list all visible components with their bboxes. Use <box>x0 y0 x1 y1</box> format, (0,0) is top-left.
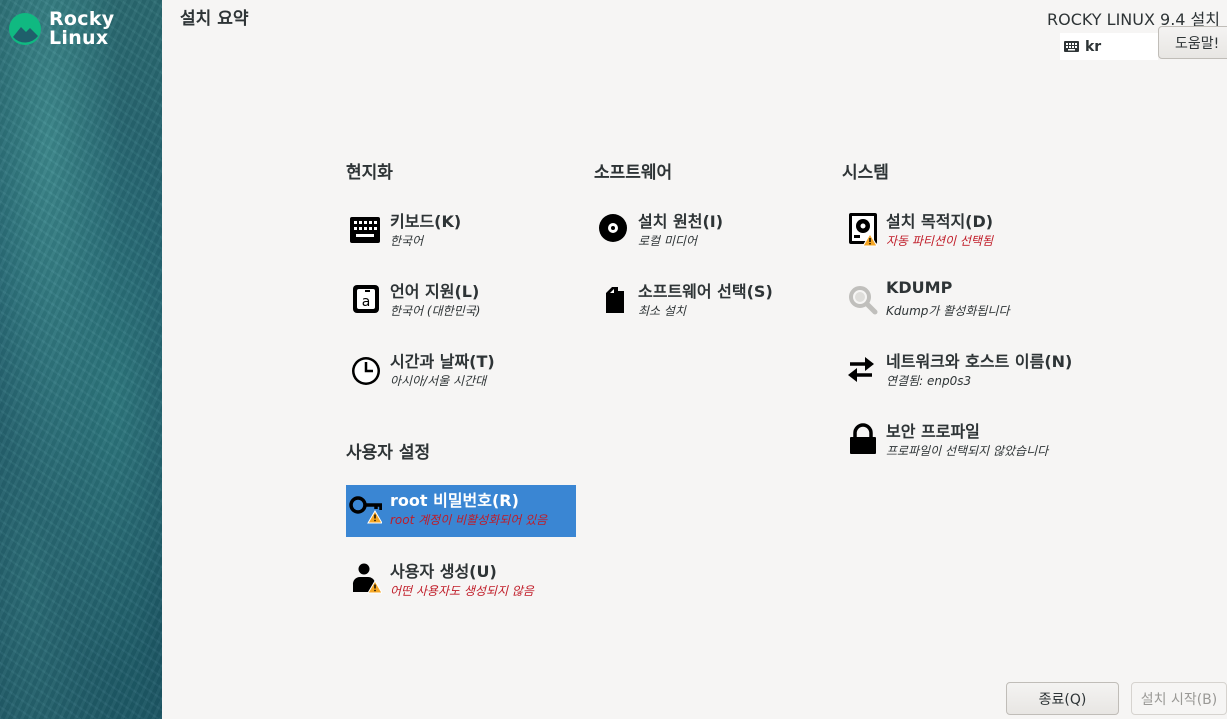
keyboard-layout-code: kr <box>1085 38 1102 55</box>
spoke-root-title: root 비밀번호(R) <box>390 491 519 510</box>
disk-warning-icon <box>849 213 878 247</box>
logo-text: Rocky Linux <box>49 10 114 48</box>
spoke-time-status: 아시아/서울 시간대 <box>390 374 487 388</box>
quit-button[interactable]: 종료(Q) <box>1006 682 1119 715</box>
spoke-security-title: 보안 프로파일 <box>886 422 980 441</box>
spoke-install-source[interactable]: 설치 원천(I) 로컬 미디어 <box>594 206 824 258</box>
spoke-keyboard-status: 한국어 <box>390 234 424 248</box>
spoke-software-title: 소프트웨어 선택(S) <box>638 282 773 301</box>
spoke-language-title: 언어 지원(L) <box>390 282 480 301</box>
user-warning-icon <box>352 563 382 594</box>
spoke-destination-status: 자동 파티션이 선택됨 <box>886 234 993 248</box>
sidebar: Rocky Linux <box>0 0 162 719</box>
spoke-user-creation[interactable]: 사용자 생성(U) 어떤 사용자도 생성되지 않음 <box>346 556 576 608</box>
help-button[interactable]: 도움말! <box>1158 26 1227 59</box>
spoke-security-profile[interactable]: 보안 프로파일 프로파일이 선택되지 않았습니다 <box>842 416 1072 468</box>
network-arrows-icon <box>848 357 874 382</box>
key-warning-icon <box>349 496 382 524</box>
lock-icon <box>850 423 876 454</box>
clock-icon <box>352 357 380 385</box>
spoke-network-status: 연결됨: enp0s3 <box>886 374 972 388</box>
spoke-time-date[interactable]: 시간과 날짜(T) 아시아/서울 시간대 <box>346 346 576 398</box>
spoke-network-title: 네트워크와 호스트 이름(N) <box>886 352 1073 371</box>
spoke-user-title: 사용자 생성(U) <box>390 562 497 581</box>
spoke-time-title: 시간과 날짜(T) <box>390 352 495 371</box>
spoke-kdump-title: KDUMP <box>886 278 953 297</box>
language-icon: a <box>353 285 379 313</box>
spoke-install-destination[interactable]: 설치 목적지(D) 자동 파티션이 선택됨 <box>842 206 1072 258</box>
spoke-kdump-status: Kdump가 활성화됩니다 <box>886 304 1010 318</box>
spoke-language-status: 한국어 (대한민국) <box>390 304 481 318</box>
spoke-network-hostname[interactable]: 네트워크와 호스트 이름(N) 연결됨: enp0s3 <box>842 346 1072 398</box>
section-software: 소프트웨어 <box>594 163 673 183</box>
spoke-root-password[interactable]: root 비밀번호(R) root 계정이 비활성화되어 있음 <box>346 485 576 537</box>
spoke-software-status: 최소 설치 <box>638 304 686 318</box>
spoke-source-status: 로컬 미디어 <box>638 234 698 248</box>
svg-text:a: a <box>362 294 371 310</box>
section-user-settings: 사용자 설정 <box>346 443 431 463</box>
spoke-language[interactable]: a 언어 지원(L) 한국어 (대한민국) <box>346 276 576 328</box>
search-icon <box>849 286 878 315</box>
spoke-kdump[interactable]: KDUMP Kdump가 활성화됩니다 <box>842 276 1072 328</box>
rocky-linux-logo: Rocky Linux <box>9 10 114 48</box>
spoke-destination-title: 설치 목적지(D) <box>886 212 994 231</box>
spoke-keyboard-title: 키보드(K) <box>390 212 462 231</box>
spoke-user-status: 어떤 사용자도 생성되지 않음 <box>390 584 534 598</box>
keyboard-icon <box>350 217 380 243</box>
spoke-root-status: root 계정이 비활성화되어 있음 <box>390 513 548 527</box>
logo-text-line2: Linux <box>49 27 109 49</box>
rocky-logo-icon <box>9 13 41 45</box>
spoke-security-status: 프로파일이 선택되지 않았습니다 <box>886 444 1049 458</box>
spoke-software-selection[interactable]: 소프트웨어 선택(S) 최소 설치 <box>594 276 824 328</box>
section-localization: 현지화 <box>346 163 393 183</box>
keyboard-small-icon <box>1064 41 1079 52</box>
spoke-keyboard[interactable]: 키보드(K) 한국어 <box>346 206 576 258</box>
keyboard-layout-indicator[interactable]: kr <box>1060 33 1158 60</box>
package-icon <box>606 287 624 313</box>
disc-icon <box>599 214 627 242</box>
section-system: 시스템 <box>842 163 889 183</box>
spoke-source-title: 설치 원천(I) <box>638 212 724 231</box>
page-title: 설치 요약 <box>180 9 249 29</box>
begin-installation-button[interactable]: 설치 시작(B) <box>1131 682 1227 715</box>
